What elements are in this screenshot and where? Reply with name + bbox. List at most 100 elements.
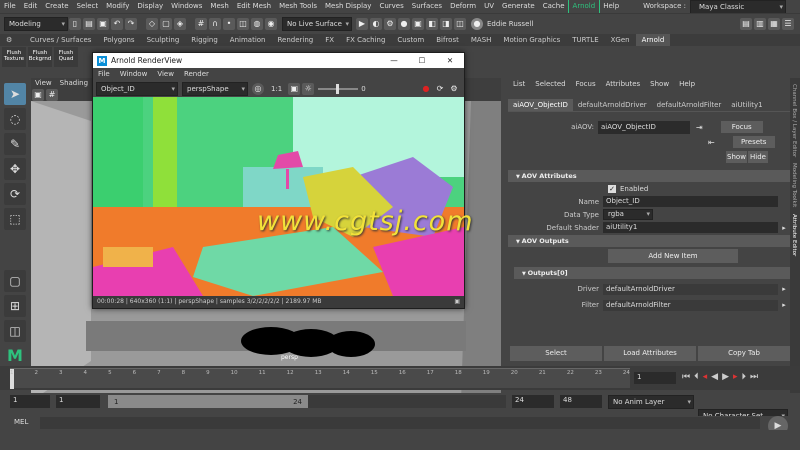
playback-end-field[interactable]: 24 <box>512 395 554 408</box>
aov-attributes-section[interactable]: AOV Attributes <box>508 170 790 182</box>
menu-deform[interactable]: Deform <box>446 0 480 13</box>
open-scene-icon[interactable]: ▤ <box>83 17 95 30</box>
hide-button[interactable]: Hide <box>748 151 768 163</box>
select-button[interactable]: Select <box>510 346 602 361</box>
start-time-field[interactable]: 1 <box>10 395 50 408</box>
arnold-settings-icon[interactable]: ◨ <box>440 17 452 30</box>
mel-label[interactable]: MEL <box>14 418 28 426</box>
ae-menu-selected[interactable]: Selected <box>530 78 570 90</box>
step-back-frame-icon[interactable]: ◂ <box>703 372 708 382</box>
menu-cache[interactable]: Cache <box>539 0 569 13</box>
ipr-icon[interactable]: ◐ <box>370 17 382 30</box>
tab-modeling-toolkit[interactable]: Modeling Toolkit <box>791 163 797 207</box>
data-type-dropdown[interactable]: rgba <box>603 209 653 220</box>
tab-default-arnold-filter[interactable]: defaultArnoldFilter <box>652 99 727 111</box>
time-slider[interactable]: 1 2 3 4 5 6 7 8 9 10 11 12 13 14 15 16 1… <box>0 366 800 390</box>
tab-arnold[interactable]: Arnold <box>635 34 671 46</box>
modeling-toolkit-icon[interactable]: ◫ <box>454 17 466 30</box>
tab-aiaov-objectid[interactable]: aiAOV_ObjectID <box>508 98 573 111</box>
aov-node-field[interactable]: aiAOV_ObjectID <box>598 120 690 134</box>
tab-fx-caching[interactable]: FX Caching <box>340 34 391 46</box>
driver-field[interactable]: defaultArnoldDriver <box>603 283 778 295</box>
tab-xgen[interactable]: XGen <box>605 34 636 46</box>
tab-default-arnold-driver[interactable]: defaultArnoldDriver <box>573 99 652 111</box>
step-forward-key-icon[interactable]: ⏵ <box>742 372 747 382</box>
tab-curves-surfaces[interactable]: Curves / Surfaces <box>24 34 97 46</box>
select-hierarchy-icon[interactable]: ◇ <box>146 17 158 30</box>
enabled-checkbox[interactable]: ✓ <box>608 184 616 193</box>
menu-curves[interactable]: Curves <box>375 0 407 13</box>
hypershade-icon[interactable]: ● <box>398 17 410 30</box>
redo-icon[interactable]: ↷ <box>125 17 137 30</box>
rotate-tool-icon[interactable]: ⟳ <box>4 183 26 205</box>
rv-menu-render[interactable]: Render <box>179 68 214 81</box>
tool-settings-icon[interactable]: ▦ <box>768 17 780 30</box>
flush-texture-button[interactable]: Flush Texture <box>2 47 26 67</box>
menu-windows[interactable]: Windows <box>167 0 206 13</box>
filter-link-icon[interactable]: ▸ <box>778 301 790 309</box>
driver-link-icon[interactable]: ▸ <box>778 285 790 293</box>
focus-button[interactable]: Focus <box>720 121 763 133</box>
shelf-menu-icon[interactable]: ⚙ <box>0 34 24 46</box>
channel-box-icon[interactable]: ▤ <box>740 17 752 30</box>
select-object-icon[interactable]: ▢ <box>160 17 172 30</box>
outputs0-section[interactable]: Outputs[0] <box>514 267 790 279</box>
scale-tool-icon[interactable]: ⬚ <box>4 208 26 230</box>
region-icon[interactable]: ▣ <box>288 83 301 95</box>
aov-dropdown[interactable]: Object_ID <box>96 82 178 96</box>
tab-rendering[interactable]: Rendering <box>271 34 319 46</box>
tab-bifrost[interactable]: Bifrost <box>430 34 465 46</box>
lasso-tool-icon[interactable]: ◌ <box>4 108 26 130</box>
menu-edit[interactable]: Edit <box>20 0 42 13</box>
arnold-render-icon[interactable]: ▣ <box>412 17 424 30</box>
arnold-ipr-icon[interactable]: ◧ <box>426 17 438 30</box>
snap-point-icon[interactable]: • <box>223 17 235 30</box>
load-attributes-button[interactable]: Load Attributes <box>604 346 696 361</box>
camera-dropdown[interactable]: perspShape <box>182 82 248 96</box>
menu-edit-mesh[interactable]: Edit Mesh <box>233 0 275 13</box>
render-icon[interactable]: ▶ <box>356 17 368 30</box>
camera-icon[interactable]: ▣ <box>32 89 44 101</box>
ae-menu-help[interactable]: Help <box>674 78 700 90</box>
menu-mesh-tools[interactable]: Mesh Tools <box>275 0 321 13</box>
menu-uv[interactable]: UV <box>480 0 498 13</box>
go-to-end-icon[interactable]: ⏭ <box>750 372 758 382</box>
tab-polygons[interactable]: Polygons <box>97 34 140 46</box>
menu-generate[interactable]: Generate <box>498 0 539 13</box>
live-surface-field[interactable]: No Live Surface <box>282 16 352 31</box>
menu-help[interactable]: Help <box>599 0 623 13</box>
menu-select[interactable]: Select <box>73 0 103 13</box>
snap-plane-icon[interactable]: ◫ <box>237 17 249 30</box>
menu-mesh[interactable]: Mesh <box>206 0 232 13</box>
anim-layer-dropdown[interactable]: No Anim Layer <box>608 395 694 409</box>
presets-button[interactable]: Presets <box>732 136 775 148</box>
output-connection-icon[interactable]: ⇤ <box>708 138 715 147</box>
attribute-editor-icon[interactable]: ▥ <box>754 17 766 30</box>
tab-sculpting[interactable]: Sculpting <box>141 34 186 46</box>
copy-tab-button[interactable]: Copy Tab <box>698 346 790 361</box>
tab-turtle[interactable]: TURTLE <box>566 34 604 46</box>
minimize-icon[interactable]: — <box>380 53 408 68</box>
save-scene-icon[interactable]: ▣ <box>97 17 109 30</box>
tab-rigging[interactable]: Rigging <box>185 34 224 46</box>
shader-link-icon[interactable]: ▸ <box>778 224 790 232</box>
two-layout-icon[interactable]: ◫ <box>4 320 26 342</box>
play-forward-icon[interactable]: ▶ <box>722 372 729 382</box>
mel-input[interactable] <box>40 417 760 429</box>
workspace-dropdown[interactable]: Maya Classic <box>690 0 786 14</box>
mode-dropdown[interactable]: Modeling <box>4 16 68 31</box>
ae-menu-attributes[interactable]: Attributes <box>601 78 646 90</box>
exposure-icon[interactable]: ☼ <box>302 83 315 95</box>
step-back-key-icon[interactable]: ⏴ <box>694 372 699 382</box>
grid-icon[interactable]: # <box>46 89 58 101</box>
tab-fx[interactable]: FX <box>319 34 340 46</box>
tab-motion-graphics[interactable]: Motion Graphics <box>497 34 566 46</box>
playback-start-field[interactable]: 1 <box>56 395 100 408</box>
exposure-slider[interactable] <box>318 84 359 94</box>
tab-mash[interactable]: MASH <box>465 34 498 46</box>
add-new-item-button[interactable]: Add New Item <box>608 249 738 263</box>
timeline-track[interactable]: 1 2 3 4 5 6 7 8 9 10 11 12 13 14 15 16 1… <box>10 368 630 389</box>
rv-menu-view[interactable]: View <box>152 68 179 81</box>
snap-grid-icon[interactable]: # <box>195 17 207 30</box>
tab-custom[interactable]: Custom <box>391 34 430 46</box>
